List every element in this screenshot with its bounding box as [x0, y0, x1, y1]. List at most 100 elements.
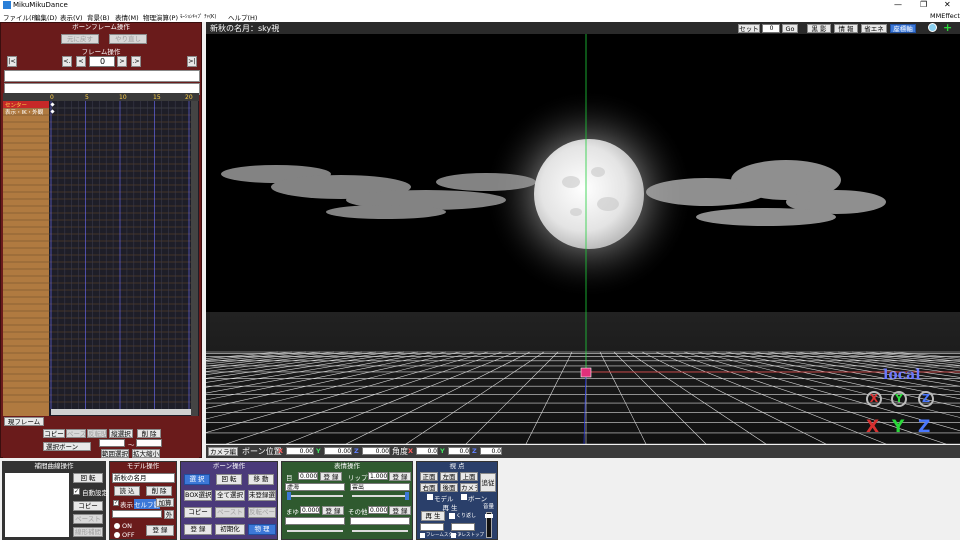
play-start-input[interactable]: [420, 523, 444, 531]
eye-slider[interactable]: [287, 495, 343, 497]
maximize-icon[interactable]: ❐: [920, 0, 927, 9]
lip-slider[interactable]: [352, 495, 408, 497]
menu-help[interactable]: ヘルプ(H): [228, 12, 257, 22]
info-toggle-button[interactable]: 情 報: [834, 24, 858, 33]
eye-register-button[interactable]: 登 録: [320, 472, 342, 481]
menu-background[interactable]: 背景(B): [87, 12, 110, 22]
brow-morph-select[interactable]: [285, 517, 345, 525]
menu-mmeffect[interactable]: MMEffect: [930, 12, 960, 20]
next-key-button[interactable]: .>: [131, 56, 141, 67]
lip-slider-thumb[interactable]: [405, 492, 409, 500]
auto-set-checkbox[interactable]: ✓: [73, 488, 80, 495]
play-button[interactable]: 再 生: [421, 511, 445, 521]
pos-y-input[interactable]: 0.00: [324, 447, 352, 455]
center-bone-handle[interactable]: [580, 367, 592, 378]
local-y-handle[interactable]: Y: [891, 391, 907, 407]
globe-icon[interactable]: [928, 23, 937, 32]
physics-button[interactable]: 物 理: [248, 524, 276, 535]
timeline[interactable]: 0 5 10 15 20 センター 表示・IK・外観: [3, 93, 199, 416]
range-start-input[interactable]: [99, 439, 125, 447]
add-icon[interactable]: +: [943, 21, 952, 34]
global-y-handle[interactable]: Y: [892, 417, 904, 437]
range-select-button[interactable]: 範囲選択: [101, 449, 129, 458]
frame-number-input[interactable]: 0: [89, 56, 115, 67]
lip-morph-select[interactable]: 雲出: [350, 483, 410, 491]
timeline-grid[interactable]: 0 5 10 15 20 センター 表示・IK・外観: [3, 93, 199, 416]
3d-viewport[interactable]: [206, 22, 960, 444]
menu-edit[interactable]: 編集(D): [34, 12, 57, 22]
local-z-handle[interactable]: Z: [918, 391, 934, 407]
lip-value-input[interactable]: 1.000: [368, 472, 388, 480]
play-end-input[interactable]: [451, 523, 475, 531]
interpolation-curve[interactable]: [5, 473, 69, 537]
copy-frame-button[interactable]: コピー: [43, 429, 65, 438]
axis-toggle-button[interactable]: 座標軸: [890, 24, 916, 33]
next-frame-button[interactable]: >: [117, 56, 127, 67]
eye-slider-thumb[interactable]: [287, 492, 291, 500]
view-track-button[interactable]: 追従: [480, 473, 496, 492]
set-button[interactable]: セット: [738, 24, 760, 33]
outside-parent-select[interactable]: [112, 510, 162, 518]
scale-button[interactable]: 拡大縮小: [132, 449, 160, 458]
show-model-checkbox[interactable]: ✓: [113, 500, 119, 506]
eye-value-input[interactable]: 0.000: [298, 472, 318, 480]
model-select-field[interactable]: [4, 70, 200, 82]
view-bone-checkbox[interactable]: [461, 494, 467, 500]
off-radio[interactable]: [114, 532, 120, 538]
menu-file[interactable]: ファイル(F): [3, 12, 38, 22]
interp-copy-button[interactable]: コピー: [73, 501, 103, 511]
camera-edit-tab[interactable]: カメラ編: [208, 447, 238, 456]
bone-rotate-button[interactable]: 回 転: [216, 474, 242, 485]
set-frame-input[interactable]: 0: [762, 24, 780, 33]
brow-register-button[interactable]: 登 録: [322, 506, 344, 515]
brow-slider[interactable]: [287, 530, 343, 532]
global-x-handle[interactable]: X: [866, 417, 879, 437]
frame-stop-checkbox[interactable]: [451, 533, 456, 538]
other-slider[interactable]: [352, 530, 408, 532]
view-left-button[interactable]: 左面: [440, 472, 458, 481]
pos-x-input[interactable]: 0.00: [286, 447, 314, 455]
paste-frame-button[interactable]: ペースト: [66, 429, 86, 438]
select-all-button[interactable]: 全て選択: [215, 490, 245, 501]
interp-rotate-button[interactable]: 回 転: [73, 473, 103, 483]
bone-select-button[interactable]: 選 択: [184, 474, 210, 485]
add-blend-button[interactable]: 加算: [156, 498, 174, 507]
view-front-button[interactable]: 正面: [420, 472, 438, 481]
delete-frame-button[interactable]: 削 除: [137, 429, 161, 438]
go-button[interactable]: Go: [782, 24, 798, 33]
menu-physics[interactable]: 物理演算(P): [143, 12, 178, 22]
ang-x-input[interactable]: 0.0: [416, 447, 438, 455]
menu-expression[interactable]: 表情(M): [115, 12, 139, 22]
bone-paste-button[interactable]: ペースト: [215, 507, 245, 518]
last-frame-button[interactable]: >|: [187, 56, 197, 67]
local-x-handle[interactable]: X: [866, 391, 882, 407]
model-register-button[interactable]: 登 録: [146, 525, 174, 536]
pos-z-input[interactable]: 0.00: [362, 447, 390, 455]
undo-button[interactable]: 元に戻す: [61, 34, 99, 44]
load-model-button[interactable]: 読 込: [114, 486, 140, 496]
vertical-select-button[interactable]: 縦選択: [109, 429, 133, 438]
range-end-input[interactable]: [136, 439, 162, 447]
bone-copy-button[interactable]: コピー: [184, 507, 212, 518]
volume-thumb[interactable]: [485, 514, 493, 518]
bone-move-button[interactable]: 移 動: [248, 474, 274, 485]
reverse-paste-button[interactable]: 反転貼: [87, 429, 107, 438]
prev-key-button[interactable]: <.: [62, 56, 72, 67]
select-bone-dropdown[interactable]: 選択ボーン: [43, 442, 91, 451]
other-register-button[interactable]: 登 録: [389, 506, 411, 515]
bone-init-button[interactable]: 初期化: [215, 524, 245, 535]
prev-frame-button[interactable]: <: [76, 56, 86, 67]
bone-register-button[interactable]: 登 録: [184, 524, 212, 535]
linear-interp-button[interactable]: 線形補間: [73, 527, 103, 537]
eye-morph-select[interactable]: 虚海_: [285, 483, 345, 491]
frame-start-checkbox[interactable]: [420, 533, 425, 538]
other-morph-select[interactable]: [350, 517, 410, 525]
view-camera-button[interactable]: カメラ: [460, 483, 478, 492]
ang-y-input[interactable]: 0.0: [448, 447, 470, 455]
ang-z-input[interactable]: 0.0: [480, 447, 502, 455]
outside-parent-button[interactable]: 外: [164, 510, 174, 519]
eco-toggle-button[interactable]: 省エネ: [861, 24, 887, 33]
view-top-button[interactable]: 上面: [460, 472, 478, 481]
box-select-button[interactable]: BOX選択: [184, 490, 212, 501]
shadow-toggle-button[interactable]: 黒 影: [807, 24, 831, 33]
